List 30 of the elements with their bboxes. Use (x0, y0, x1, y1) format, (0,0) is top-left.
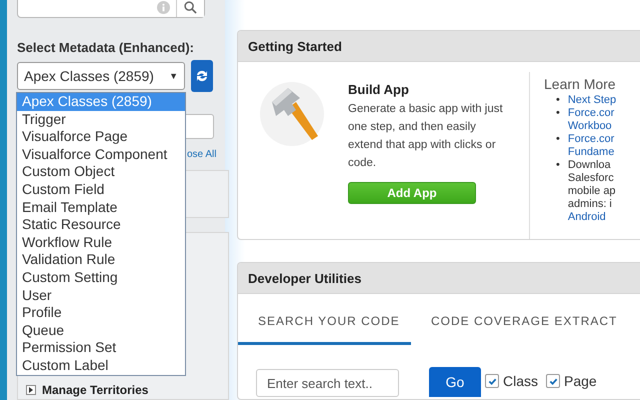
tab[interactable]: CODE COVERAGE EXTRACT (411, 294, 634, 346)
metadata-select[interactable]: Apex Classes (2859) ▼ (17, 62, 185, 90)
caret-icon: ▼ (169, 71, 178, 81)
metadata-label: Select Metadata (Enhanced): (17, 40, 195, 55)
hammer-icon (258, 80, 326, 148)
search-field[interactable]: Enter search text.. (256, 369, 399, 398)
tree-item[interactable]: Manage Territories (18, 381, 228, 399)
check-icon (488, 376, 496, 386)
search-icon (184, 0, 197, 14)
refresh-button[interactable] (191, 60, 213, 92)
search-field[interactable] (17, 0, 205, 18)
build-app-text: Generate a basic app with just one step, and then easily extend that app with clicks or code. (348, 102, 504, 171)
learn-more-link[interactable]: • Force.cor Workboo (556, 107, 616, 133)
check-icon (548, 376, 558, 386)
learn-more-text: • Downloa Salesforc mobile ap admins: i Android (556, 159, 616, 224)
tab[interactable]: SEARCH YOUR CODE (238, 294, 411, 346)
learn-more-link[interactable]: • Next Step (556, 94, 616, 107)
refresh-icon (195, 69, 209, 83)
card-title: Getting Started (238, 31, 640, 62)
expand-icon (26, 385, 36, 395)
collapse-all-link[interactable]: ose All (187, 148, 216, 160)
learn-more-link[interactable]: • Force.cor Fundame (556, 133, 616, 159)
card-title: Developer Utilities (238, 263, 640, 294)
learn-more-title: Learn More (544, 76, 616, 92)
go-button[interactable]: Go (429, 367, 481, 398)
build-app-title: Build App (348, 82, 410, 97)
search-button[interactable] (176, 0, 204, 17)
filter-checkbox[interactable]: Page (546, 373, 597, 390)
filter-checkbox[interactable]: Class (485, 373, 538, 390)
info-icon (157, 0, 170, 14)
